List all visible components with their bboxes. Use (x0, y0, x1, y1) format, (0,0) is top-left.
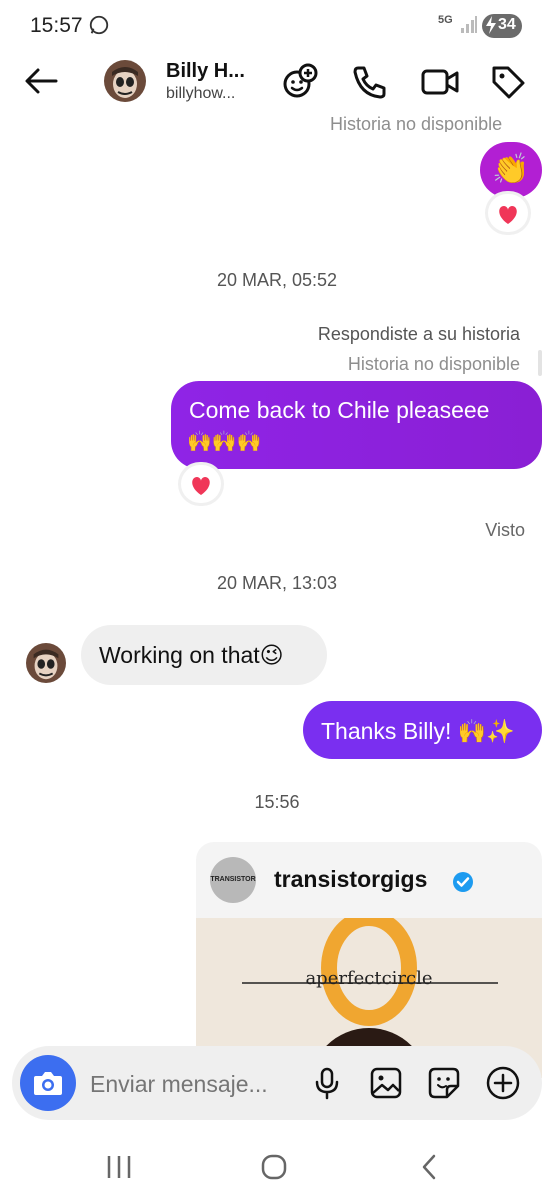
video-call-icon[interactable] (420, 62, 460, 102)
microphone-icon[interactable] (309, 1065, 345, 1101)
camera-button[interactable] (20, 1055, 76, 1111)
network-label: 5G (438, 14, 453, 26)
phone-icon[interactable] (350, 62, 390, 102)
message-text: Come back to Chile pleaseee (189, 397, 490, 423)
timestamp: 20 MAR, 13:03 (216, 573, 338, 593)
timestamp: 15:56 (254, 792, 300, 812)
gallery-icon[interactable] (368, 1065, 404, 1101)
recent-apps-icon[interactable] (105, 1154, 133, 1180)
signal-icon (461, 16, 477, 33)
message-emoji: 🙌🙌🙌 (187, 431, 262, 453)
message-text: Thanks Billy! 🙌✨ (321, 718, 516, 744)
camera-icon (34, 1072, 62, 1095)
home-icon[interactable] (260, 1153, 288, 1181)
heart-reaction[interactable] (181, 465, 221, 503)
story-reply-bar (538, 350, 542, 376)
clap-emoji: 👏 (492, 153, 530, 186)
back-nav-icon[interactable] (416, 1153, 444, 1181)
battery-level: 34 (498, 16, 516, 33)
outgoing-message[interactable]: Come back to Chile pleaseee 🙌🙌🙌 (171, 381, 542, 469)
verified-badge-icon (453, 872, 473, 892)
contact-username[interactable]: billyhow... (166, 85, 235, 103)
message-text: Working on that😉 (99, 642, 284, 668)
whatsapp-icon (89, 15, 109, 35)
heart-reaction[interactable] (488, 194, 528, 232)
message-input[interactable] (88, 1064, 302, 1104)
story-unavailable-label: Historia no disponible (330, 114, 503, 132)
add-icon[interactable] (485, 1065, 521, 1101)
tag-icon[interactable] (488, 62, 528, 102)
contact-name[interactable]: Billy H... (166, 60, 245, 83)
outgoing-message[interactable]: Thanks Billy! 🙌✨ (303, 701, 542, 759)
post-author-handle[interactable]: transistorgigs (274, 866, 427, 893)
timestamp: 20 MAR, 05:52 (216, 270, 338, 290)
avatar[interactable] (104, 60, 146, 102)
emoji-bubble[interactable]: 👏 (480, 142, 542, 198)
story-unavailable-label: Historia no disponible (347, 354, 520, 374)
sender-avatar[interactable] (26, 643, 66, 683)
replied-story-label: Respondiste a su historia (317, 324, 520, 344)
sticker-icon[interactable] (426, 1065, 462, 1101)
band-logo-text: aperfectcircle (305, 968, 433, 989)
add-sticker-icon[interactable] (280, 62, 320, 102)
incoming-message[interactable]: Working on that😉 (81, 625, 327, 685)
back-arrow-icon[interactable] (22, 62, 60, 100)
seen-status: Visto (485, 520, 525, 540)
charging-icon (486, 16, 496, 34)
post-author-avatar[interactable]: TRANSISTOR (210, 857, 256, 903)
status-time: 15:57 (30, 14, 83, 37)
